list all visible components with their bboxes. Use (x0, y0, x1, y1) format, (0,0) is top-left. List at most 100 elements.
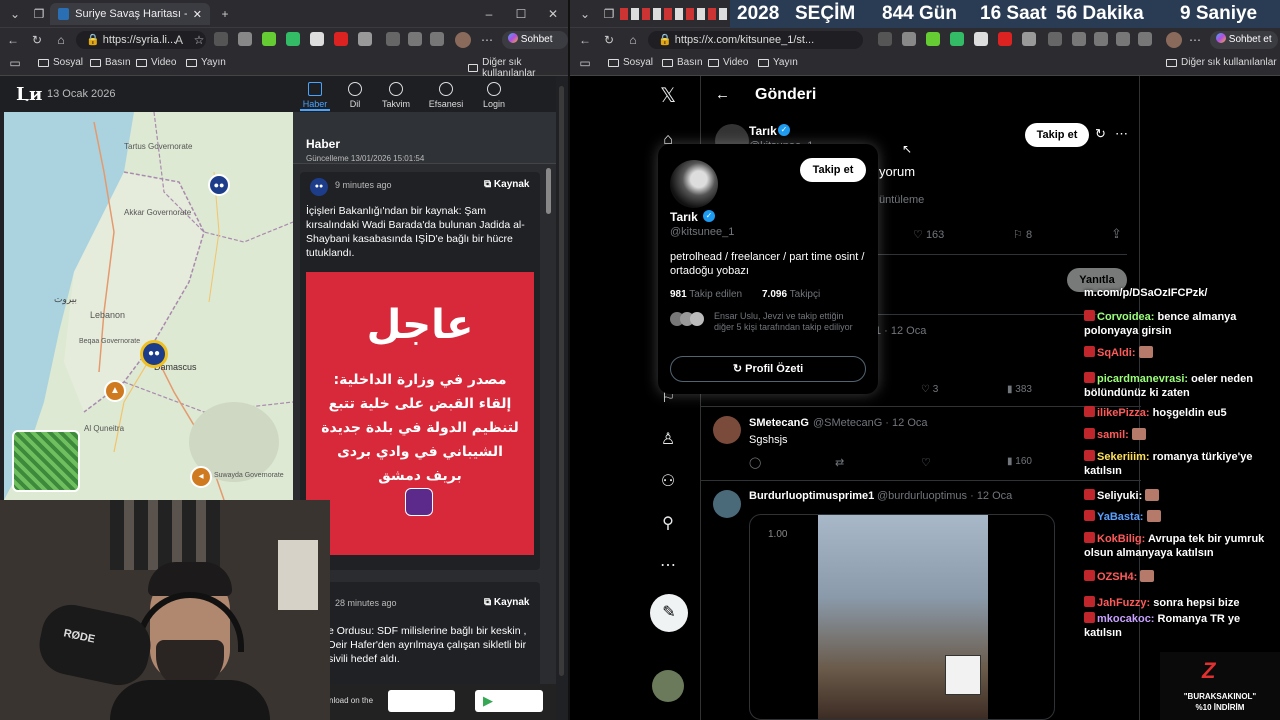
address-bar[interactable]: 🔒 https://x.com/kitsunee_1/st... (648, 31, 863, 49)
profile-summary-button[interactable]: ↻ Profil Özeti (670, 356, 866, 382)
heart-extension-icon[interactable] (1094, 32, 1108, 46)
split-screen-icon[interactable] (386, 32, 400, 46)
extension-3-icon[interactable] (926, 32, 940, 46)
collections-icon[interactable] (430, 32, 444, 46)
back-icon[interactable]: ← (4, 31, 22, 49)
fav-folder-sosyal[interactable]: Sosyal (38, 57, 83, 68)
split-screen-icon[interactable] (1048, 32, 1062, 46)
tab-takvim[interactable]: Takvim (374, 82, 418, 109)
post-more-icon[interactable]: ⋯ (1115, 126, 1128, 142)
more-nav-icon[interactable]: ⋯ (658, 556, 678, 576)
tab-dil[interactable]: Dil (333, 82, 377, 109)
reply-author-name[interactable]: Burdurluoptimusprime1 (749, 490, 874, 502)
followers-stat[interactable]: 7.096 Takipçi (762, 289, 820, 300)
fav-folder-sosyal[interactable]: Sosyal (608, 57, 653, 68)
profile-hover-card[interactable]: Takip et Tarık ✓ @kitsunee_1 petrolhead … (658, 144, 878, 394)
read-aloud-icon[interactable]: A (170, 31, 188, 49)
extension-1-icon[interactable] (878, 32, 892, 46)
extension-7-icon[interactable] (1022, 32, 1036, 46)
share-icon[interactable]: ⇪ (1111, 226, 1122, 242)
profile-avatar[interactable] (1166, 32, 1182, 48)
extension-4-icon[interactable] (286, 32, 300, 46)
news-image[interactable]: عاجل مصدر في وزارة الداخلية: إلقاء القبض… (306, 272, 534, 555)
reply-views-action[interactable]: ▮ 160 (1007, 456, 1032, 467)
reading-icon[interactable]: ▭ (576, 54, 594, 72)
copilot-button[interactable]: Sohbet et (502, 31, 568, 63)
favorites-icon[interactable] (408, 32, 422, 46)
tab-syria[interactable]: Suriye Savaş Haritası - Son Dakika ✕ (50, 3, 210, 25)
reply-avatar[interactable] (713, 416, 741, 444)
hover-follow-button[interactable]: Takip et (800, 158, 866, 182)
tab-menu-icon[interactable]: ⌄ (6, 5, 24, 23)
fav-folder-yayin[interactable]: Yayın (758, 57, 798, 68)
following-stat[interactable]: 981 Takip edilen (670, 289, 742, 300)
reply-avatar[interactable] (713, 490, 741, 518)
map-marker-event[interactable]: ●● (208, 174, 230, 196)
minimize-icon[interactable]: – (480, 5, 498, 23)
fav-folder-video[interactable]: Video (708, 57, 748, 68)
workspaces-icon[interactable]: ❐ (30, 5, 48, 23)
tab-menu-icon[interactable]: ⌄ (576, 5, 594, 23)
news-item[interactable]: ●● 9 minutes ago ⧉ Kaynak İçişleri Bakan… (300, 172, 540, 570)
tab-efsanesi[interactable]: Efsanesi (424, 82, 468, 109)
reply-comment-icon[interactable]: ◯ (749, 456, 761, 469)
other-favorites[interactable]: Diğer sık kullanılanlar (1166, 57, 1277, 68)
extension-6-icon[interactable] (998, 32, 1012, 46)
repost-icon[interactable]: ⇄ (835, 456, 844, 469)
profile-nav-icon[interactable]: ⚲ (658, 514, 678, 534)
extension-5-icon[interactable] (974, 32, 988, 46)
more-menu-icon[interactable]: ⋯ (1186, 31, 1204, 49)
reading-icon[interactable]: ▭ (6, 54, 24, 72)
reply-views-action[interactable]: ▮ 383 (1007, 384, 1032, 395)
follow-button[interactable]: Takip et (1025, 123, 1089, 147)
grok-nav-icon[interactable]: ♙ (658, 430, 678, 450)
favorites-icon[interactable] (1072, 32, 1086, 46)
copilot-extension-icon[interactable] (1138, 32, 1152, 46)
new-tab-icon[interactable]: + (216, 5, 234, 23)
bookmark-action[interactable]: ⚐ 8 (1013, 228, 1032, 241)
like-action[interactable]: ♡ 163 (913, 228, 944, 241)
pinned-tabs[interactable] (620, 8, 730, 20)
grok-icon[interactable]: ↻ (1095, 126, 1106, 142)
reply-author-name[interactable]: SMetecanG (749, 417, 809, 429)
heart-icon[interactable]: ♡ (921, 456, 931, 469)
collections-icon[interactable] (1116, 32, 1130, 46)
right-scrollbar[interactable] (559, 86, 564, 676)
refresh-icon[interactable]: ↻ (28, 31, 46, 49)
back-icon[interactable]: ← (576, 31, 594, 49)
extension-3-icon[interactable] (262, 32, 276, 46)
google-play-badge[interactable]: ▶ (475, 690, 543, 712)
extension-2-icon[interactable] (902, 32, 916, 46)
map-layer-thumbnail[interactable] (12, 430, 80, 492)
tab-login[interactable]: Login (472, 82, 516, 109)
reply-like-action[interactable]: ♡ 3 (921, 384, 938, 395)
refresh-icon[interactable]: ↻ (600, 31, 618, 49)
map-marker-explosion[interactable]: ▲ (104, 380, 126, 402)
x-logo-icon[interactable]: 𝕏 (658, 86, 678, 106)
extension-1-icon[interactable] (214, 32, 228, 46)
fav-folder-video[interactable]: Video (136, 57, 176, 68)
profile-avatar[interactable] (455, 32, 471, 48)
home-icon[interactable]: ⌂ (624, 31, 642, 49)
more-menu-icon[interactable]: ⋯ (478, 31, 496, 49)
app-store-badge[interactable] (388, 690, 455, 712)
extension-7-icon[interactable] (358, 32, 372, 46)
author-name[interactable]: Tarık (749, 124, 777, 138)
hover-avatar[interactable] (670, 160, 718, 208)
reply-video[interactable]: 1.00 (749, 514, 1055, 720)
extension-2-icon[interactable] (238, 32, 252, 46)
post-compose-button[interactable]: ✎ (650, 594, 688, 632)
copilot-button[interactable]: Sohbet et (1210, 31, 1278, 49)
fav-folder-yayin[interactable]: Yayın (186, 57, 226, 68)
favorite-star-icon[interactable]: ☆ (190, 31, 208, 49)
close-tab-icon[interactable]: ✕ (193, 8, 202, 21)
home-icon[interactable]: ⌂ (52, 31, 70, 49)
maximize-icon[interactable]: ☐ (512, 5, 530, 23)
workspaces-icon[interactable]: ❐ (600, 5, 618, 23)
fav-folder-basin[interactable]: Basın (662, 57, 703, 68)
hover-name[interactable]: Tarık (670, 210, 698, 224)
news-scrollbar[interactable] (546, 168, 551, 214)
map-marker-damascus[interactable]: ●● (140, 340, 168, 368)
account-avatar[interactable] (652, 670, 684, 702)
extension-6-icon[interactable] (334, 32, 348, 46)
